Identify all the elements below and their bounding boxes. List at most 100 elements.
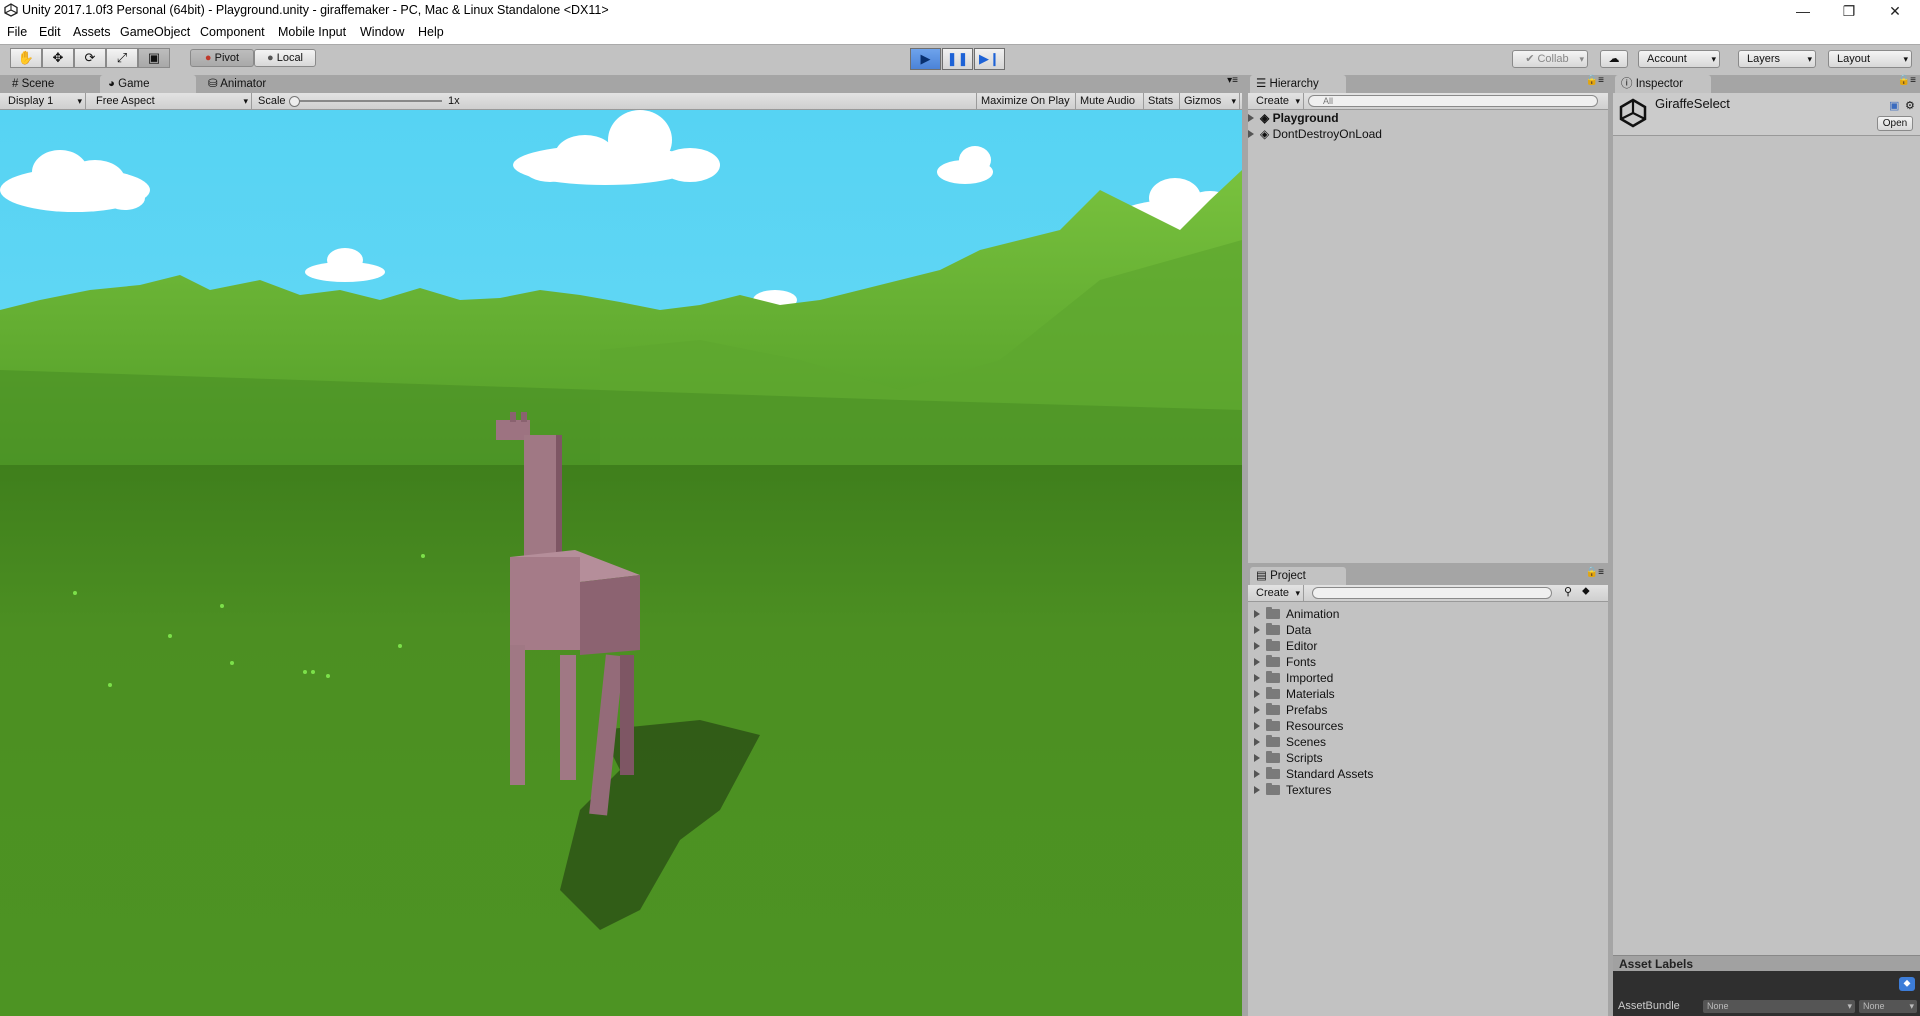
menu-component[interactable]: Component [200, 25, 265, 39]
check-icon: ✔ [1525, 53, 1535, 65]
filter-by-type-icon[interactable]: ⚲ [1564, 585, 1572, 598]
scale-label: Scale [258, 95, 286, 107]
menu-window[interactable]: Window [360, 25, 404, 39]
expand-arrow-icon[interactable] [1254, 706, 1260, 714]
cloud-button[interactable]: ☁ [1600, 50, 1628, 68]
project-folder[interactable]: Standard Assets [1254, 766, 1373, 782]
folder-icon [1266, 655, 1280, 667]
scale-slider[interactable] [292, 100, 442, 102]
minimize-button[interactable]: — [1780, 0, 1826, 22]
assetbundle-variant-dropdown[interactable]: None [1859, 1000, 1917, 1013]
expand-arrow-icon[interactable] [1254, 658, 1260, 666]
project-folder[interactable]: Resources [1254, 718, 1343, 734]
pacman-icon: ◕ [108, 78, 115, 90]
pause-button[interactable]: ❚❚ [942, 48, 973, 70]
mute-audio-toggle[interactable]: Mute Audio [1076, 93, 1144, 109]
gear-icon[interactable]: ⚙ [1905, 99, 1915, 112]
lock-icon[interactable]: 🔒≡ [1586, 567, 1604, 578]
assetbundle-label: AssetBundle [1618, 1000, 1680, 1012]
tab-game[interactable]: ◕ Game [100, 75, 196, 93]
expand-arrow-icon[interactable] [1254, 674, 1260, 682]
menu-file[interactable]: File [7, 25, 27, 39]
tab-animator[interactable]: ⛁ Animator [200, 75, 296, 93]
tag-icon[interactable]: ⬥ [1899, 977, 1915, 991]
hierarchy-item-dontdestroyonload[interactable]: ◈ DontDestroyOnLoad [1248, 126, 1382, 142]
menu-mobile-input[interactable]: Mobile Input [278, 25, 346, 39]
folder-icon [1266, 703, 1280, 715]
expand-arrow-icon[interactable] [1248, 130, 1254, 138]
project-folder[interactable]: Scripts [1254, 750, 1323, 766]
project-toolbar: Create ⚲ ⬥ [1248, 585, 1608, 602]
rect-tool-icon[interactable]: ▣ [138, 48, 170, 68]
menu-gameobject[interactable]: GameObject [120, 25, 190, 39]
open-button[interactable]: Open [1877, 116, 1913, 131]
expand-arrow-icon[interactable] [1254, 786, 1260, 794]
help-book-icon[interactable]: ▣ [1889, 99, 1899, 112]
menu-edit[interactable]: Edit [39, 25, 61, 39]
game-viewport[interactable] [0, 110, 1242, 1016]
project-search-input[interactable] [1312, 587, 1552, 599]
project-folder[interactable]: Editor [1254, 638, 1317, 654]
hand-tool-icon[interactable]: ✋ [10, 48, 42, 68]
expand-arrow-icon[interactable] [1254, 754, 1260, 762]
project-folder[interactable]: Prefabs [1254, 702, 1327, 718]
expand-arrow-icon[interactable] [1248, 114, 1254, 122]
project-folder[interactable]: Fonts [1254, 654, 1316, 670]
close-button[interactable]: ✕ [1872, 0, 1918, 22]
tab-scene[interactable]: # Scene [4, 75, 100, 93]
lock-icon[interactable]: 🔒≡ [1898, 75, 1916, 86]
expand-arrow-icon[interactable] [1254, 642, 1260, 650]
expand-arrow-icon[interactable] [1254, 770, 1260, 778]
restore-button[interactable]: ❐ [1826, 0, 1872, 22]
expand-arrow-icon[interactable] [1254, 690, 1260, 698]
aspect-dropdown[interactable]: Free Aspect [92, 93, 252, 109]
lock-icon[interactable]: 🔒≡ [1586, 75, 1604, 86]
expand-arrow-icon[interactable] [1254, 722, 1260, 730]
list-icon: ☰ [1256, 78, 1267, 90]
filter-by-label-icon[interactable]: ⬥ [1582, 585, 1590, 598]
play-icon: ▶ [920, 51, 931, 66]
play-button[interactable]: ▶ [910, 48, 941, 70]
assetbundle-dropdown[interactable]: None [1703, 1000, 1855, 1013]
hierarchy-create-dropdown[interactable]: Create [1252, 93, 1304, 109]
menu-assets[interactable]: Assets [73, 25, 111, 39]
project-folder[interactable]: Scenes [1254, 734, 1326, 750]
expand-arrow-icon[interactable] [1254, 626, 1260, 634]
tab-inspector[interactable]: ⓘ Inspector [1615, 75, 1711, 93]
menu-help[interactable]: Help [418, 25, 444, 39]
project-folder[interactable]: Materials [1254, 686, 1335, 702]
gizmos-dropdown[interactable]: Gizmos [1180, 93, 1240, 109]
tab-hierarchy[interactable]: ☰ Hierarchy [1250, 75, 1346, 93]
project-folder[interactable]: Animation [1254, 606, 1339, 622]
project-create-dropdown[interactable]: Create [1252, 585, 1304, 601]
account-dropdown[interactable]: Account [1638, 50, 1720, 68]
tab-project[interactable]: ▤ Project [1250, 567, 1346, 585]
project-folder[interactable]: Imported [1254, 670, 1333, 686]
maximize-on-play-toggle[interactable]: Maximize On Play [976, 93, 1076, 109]
scale-slider-handle[interactable] [289, 96, 300, 107]
panel-menu-icon[interactable]: ▾≡ [1227, 75, 1238, 86]
scale-tool-icon[interactable]: ⤢ [106, 48, 138, 68]
step-button[interactable]: ▶❙ [974, 48, 1005, 70]
rotate-tool-icon[interactable]: ⟳ [74, 48, 106, 68]
folder-tab-icon: ▤ [1256, 570, 1267, 582]
hierarchy-panel [1248, 75, 1608, 563]
move-tool-icon[interactable]: ✥ [42, 48, 74, 68]
hierarchy-toolbar: Create All [1248, 93, 1608, 110]
display-dropdown[interactable]: Display 1 [4, 93, 86, 109]
stats-toggle[interactable]: Stats [1144, 93, 1180, 109]
layout-dropdown[interactable]: Layout [1828, 50, 1912, 68]
pivot-toggle[interactable]: ● Pivot [190, 49, 254, 67]
cloud-icon: ☁ [1608, 53, 1620, 65]
window-title: Unity 2017.1.0f3 Personal (64bit) - Play… [22, 3, 609, 17]
expand-arrow-icon[interactable] [1254, 610, 1260, 618]
local-toggle[interactable]: ● Local [254, 49, 316, 67]
project-folder[interactable]: Textures [1254, 782, 1331, 798]
folder-icon [1266, 767, 1280, 779]
hierarchy-search-input[interactable]: All [1308, 95, 1598, 107]
hierarchy-item-playground[interactable]: ◈ Playground [1248, 110, 1339, 126]
expand-arrow-icon[interactable] [1254, 738, 1260, 746]
project-folder[interactable]: Data [1254, 622, 1311, 638]
collab-dropdown[interactable]: ✔ Collab [1512, 50, 1588, 68]
layers-dropdown[interactable]: Layers [1738, 50, 1816, 68]
